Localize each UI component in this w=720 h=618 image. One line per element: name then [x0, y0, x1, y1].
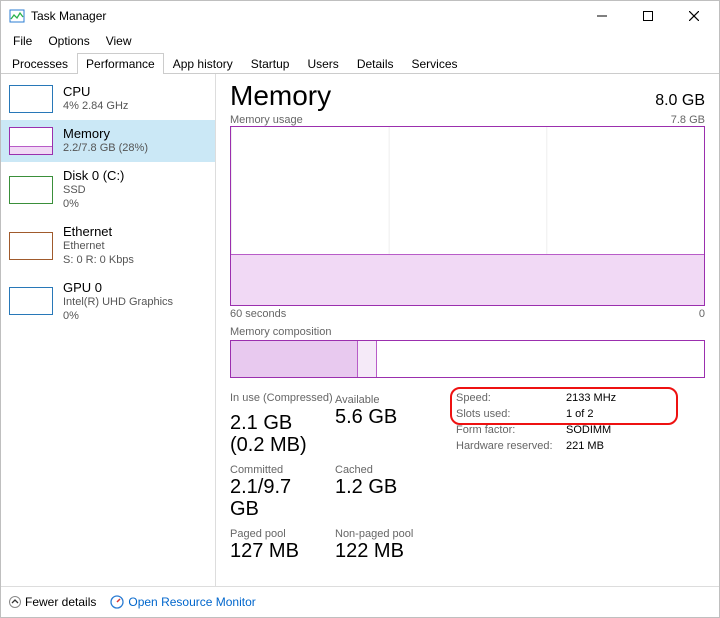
- memory-thumb-icon: [9, 127, 53, 155]
- nonpaged-label: Non-paged pool: [335, 528, 430, 540]
- sidebar-gpu-sub: Intel(R) UHD Graphics: [63, 296, 173, 310]
- sidebar: CPU 4% 2.84 GHz Memory 2.2/7.8 GB (28%) …: [1, 74, 216, 586]
- chevron-up-icon: [9, 596, 21, 608]
- resource-monitor-icon: [110, 595, 124, 609]
- composition-seg-in-use: [231, 341, 358, 377]
- slots-value: 1 of 2: [566, 408, 705, 420]
- open-resource-monitor-link[interactable]: Open Resource Monitor: [128, 595, 255, 609]
- speed-value: 2133 MHz: [566, 392, 705, 404]
- sidebar-memory-name: Memory: [63, 126, 148, 142]
- sidebar-disk-name: Disk 0 (C:): [63, 168, 124, 184]
- tab-users[interactable]: Users: [298, 53, 347, 74]
- stats-right: Speed: 2133 MHz Slots used: 1 of 2 Form …: [456, 392, 705, 566]
- menu-file[interactable]: File: [5, 32, 40, 50]
- memory-total: 8.0 GB: [655, 92, 705, 110]
- titlebar: Task Manager: [1, 1, 719, 31]
- inuse-value: 2.1 GB (0.2 MB): [230, 412, 325, 456]
- tabbar: Processes Performance App history Startu…: [1, 51, 719, 74]
- composition-label: Memory composition: [230, 326, 705, 338]
- hw-label: Hardware reserved:: [456, 440, 566, 452]
- footer: Fewer details Open Resource Monitor: [1, 586, 719, 617]
- cached-value: 1.2 GB: [335, 476, 430, 498]
- sidebar-item-gpu[interactable]: GPU 0 Intel(R) UHD Graphics 0%: [1, 274, 215, 330]
- usage-fill: [231, 254, 704, 305]
- maximize-button[interactable]: [625, 1, 671, 31]
- paged-label: Paged pool: [230, 528, 325, 540]
- slots-label: Slots used:: [456, 408, 566, 420]
- minimize-button[interactable]: [579, 1, 625, 31]
- paged-value: 127 MB: [230, 540, 325, 562]
- sidebar-gpu-name: GPU 0: [63, 280, 173, 296]
- avail-label: Available: [335, 394, 430, 406]
- sidebar-cpu-sub: 4% 2.84 GHz: [63, 100, 128, 114]
- sidebar-item-disk[interactable]: Disk 0 (C:) SSD 0%: [1, 162, 215, 218]
- usage-chart-axis: 60 seconds 0: [230, 308, 705, 320]
- fewer-details-button[interactable]: Fewer details: [9, 595, 96, 609]
- form-label: Form factor:: [456, 424, 566, 436]
- menu-options[interactable]: Options: [40, 32, 97, 50]
- sidebar-eth-sub2: S: 0 R: 0 Kbps: [63, 254, 134, 268]
- sidebar-gpu-sub2: 0%: [63, 310, 173, 324]
- page-title: Memory: [230, 80, 331, 112]
- disk-thumb-icon: [9, 176, 53, 204]
- sidebar-eth-sub: Ethernet: [63, 240, 134, 254]
- sidebar-item-cpu[interactable]: CPU 4% 2.84 GHz: [1, 78, 215, 120]
- main-panel: Memory 8.0 GB Memory usage 7.8 GB 60 sec…: [216, 74, 719, 586]
- header-row: Memory 8.0 GB: [230, 80, 705, 112]
- gpu-thumb-icon: [9, 287, 53, 315]
- stats-left: In use (Compressed) 2.1 GB (0.2 MB) Avai…: [230, 392, 430, 566]
- tab-details[interactable]: Details: [348, 53, 403, 74]
- tab-processes[interactable]: Processes: [3, 53, 77, 74]
- menubar: File Options View: [1, 31, 719, 51]
- sidebar-cpu-name: CPU: [63, 84, 128, 100]
- tab-apphistory[interactable]: App history: [164, 53, 242, 74]
- menu-view[interactable]: View: [98, 32, 140, 50]
- nonpaged-value: 122 MB: [335, 540, 430, 562]
- committed-value: 2.1/9.7 GB: [230, 476, 325, 520]
- content: CPU 4% 2.84 GHz Memory 2.2/7.8 GB (28%) …: [1, 74, 719, 586]
- usage-chart-header: Memory usage 7.8 GB: [230, 114, 705, 126]
- speed-label: Speed:: [456, 392, 566, 404]
- sidebar-memory-sub: 2.2/7.8 GB (28%): [63, 142, 148, 156]
- app-icon: [9, 8, 25, 24]
- composition-seg-modified: [358, 341, 376, 377]
- memory-usage-chart[interactable]: [230, 126, 705, 306]
- avail-value: 5.6 GB: [335, 406, 430, 428]
- close-button[interactable]: [671, 1, 717, 31]
- tab-performance[interactable]: Performance: [77, 53, 164, 74]
- fewer-details-label: Fewer details: [25, 595, 96, 609]
- form-value: SODIMM: [566, 424, 705, 436]
- sidebar-disk-sub: SSD: [63, 184, 124, 198]
- axis-left: 60 seconds: [230, 308, 286, 320]
- usage-max: 7.8 GB: [671, 114, 705, 126]
- hw-value: 221 MB: [566, 440, 705, 452]
- sidebar-eth-name: Ethernet: [63, 224, 134, 240]
- sidebar-disk-sub2: 0%: [63, 198, 124, 212]
- tab-startup[interactable]: Startup: [242, 53, 299, 74]
- axis-right: 0: [699, 308, 705, 320]
- stats: In use (Compressed) 2.1 GB (0.2 MB) Avai…: [230, 392, 705, 566]
- sidebar-item-memory[interactable]: Memory 2.2/7.8 GB (28%): [1, 120, 215, 162]
- cpu-thumb-icon: [9, 85, 53, 113]
- ethernet-thumb-icon: [9, 232, 53, 260]
- open-resource-monitor-button[interactable]: Open Resource Monitor: [110, 595, 255, 609]
- committed-label: Committed: [230, 464, 325, 476]
- memory-composition-chart[interactable]: [230, 340, 705, 378]
- task-manager-window: Task Manager File Options View Processes…: [0, 0, 720, 618]
- tab-services[interactable]: Services: [403, 53, 467, 74]
- spec-table: Speed: 2133 MHz Slots used: 1 of 2 Form …: [456, 392, 705, 452]
- usage-label: Memory usage: [230, 114, 303, 126]
- window-title: Task Manager: [31, 9, 106, 23]
- sidebar-item-ethernet[interactable]: Ethernet Ethernet S: 0 R: 0 Kbps: [1, 218, 215, 274]
- composition-seg-standby: [377, 341, 704, 377]
- cached-label: Cached: [335, 464, 430, 476]
